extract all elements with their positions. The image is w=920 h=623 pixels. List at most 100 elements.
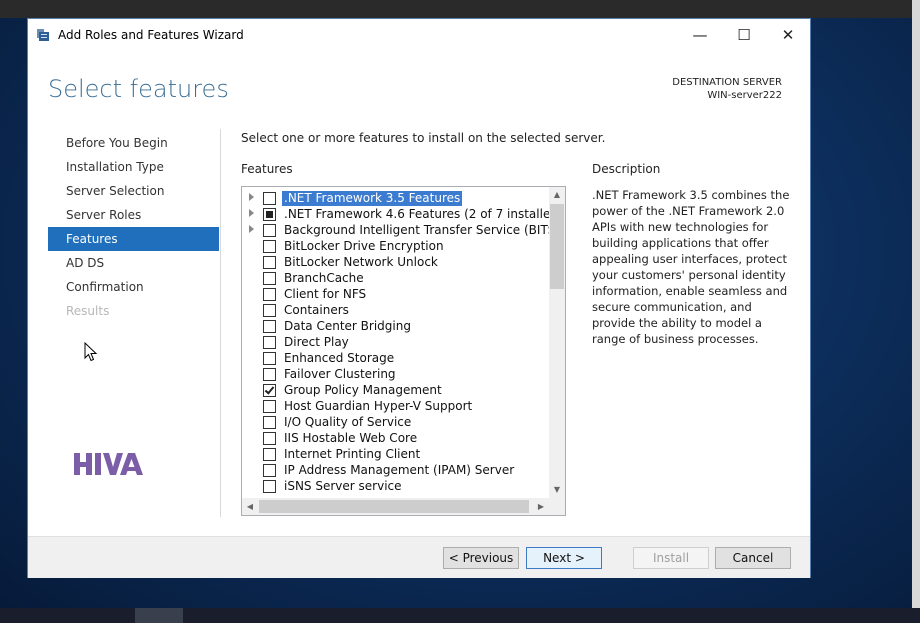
feature-row[interactable]: Client for NFS [242,287,548,303]
feature-checkbox[interactable] [263,384,276,397]
scroll-up-icon[interactable]: ▲ [549,187,565,203]
feature-label: iSNS Server service [284,479,402,493]
feature-label: Host Guardian Hyper-V Support [284,399,473,413]
maximize-button[interactable]: ☐ [722,23,766,47]
feature-row[interactable]: Data Center Bridging [242,319,548,335]
feature-checkbox[interactable] [263,432,276,445]
feature-checkbox[interactable] [263,192,276,205]
nav-item-results: Results [66,304,110,318]
instruction-text: Select one or more features to install o… [241,131,606,145]
nav-item-confirmation[interactable]: Confirmation [48,275,219,299]
feature-row[interactable]: IIS Hostable Web Core [242,431,548,447]
features-tree[interactable]: .NET Framework 3.5 Features .NET Framewor… [241,186,566,516]
destination-label: DESTINATION SERVER [672,77,782,88]
feature-checkbox[interactable] [263,368,276,381]
feature-label: IIS Hostable Web Core [284,431,418,445]
feature-checkbox[interactable] [263,272,276,285]
feature-row[interactable]: IP Address Management (IPAM) Server [242,463,548,479]
background-window-strip [0,0,920,18]
feature-label: Client for NFS [284,287,367,301]
feature-row[interactable]: iSNS Server service [242,479,548,495]
horizontal-scroll-thumb[interactable] [259,500,529,513]
title-bar[interactable]: Add Roles and Features Wizard — ☐ ✕ [28,19,810,51]
feature-checkbox[interactable] [263,320,276,333]
close-button[interactable]: ✕ [766,23,810,47]
destination-server-info: DESTINATION SERVER WIN-server222 [672,76,782,102]
scrollbar-corner [549,498,565,515]
taskbar [0,608,920,623]
feature-row[interactable]: .NET Framework 3.5 Features [242,191,548,207]
page-title: Select features [48,75,229,103]
wizard-window: Add Roles and Features Wizard — ☐ ✕ Sele… [27,18,811,578]
feature-row[interactable]: Host Guardian Hyper-V Support [242,399,548,415]
feature-label: Containers [284,303,349,317]
feature-checkbox[interactable] [263,400,276,413]
expand-arrow-icon[interactable] [249,225,254,233]
feature-row[interactable]: BitLocker Network Unlock [242,255,548,271]
hiva-logo [72,451,152,501]
vertical-scroll-thumb[interactable] [550,204,564,289]
feature-checkbox[interactable] [263,352,276,365]
feature-row[interactable]: Containers [242,303,548,319]
feature-checkbox[interactable] [263,480,276,493]
feature-row[interactable]: Group Policy Management [242,383,548,399]
feature-checkbox[interactable] [263,256,276,269]
nav-item-server-roles[interactable]: Server Roles [48,203,219,227]
feature-checkbox[interactable] [263,304,276,317]
window-title: Add Roles and Features Wizard [58,28,244,42]
scroll-right-icon[interactable]: ▶ [533,498,549,515]
nav-item-features[interactable]: Features [48,227,219,251]
feature-row[interactable]: BitLocker Drive Encryption [242,239,548,255]
nav-divider [220,129,221,517]
scroll-left-icon[interactable]: ◀ [242,498,258,515]
feature-label: Direct Play [284,335,349,349]
feature-checkbox[interactable] [263,336,276,349]
feature-checkbox[interactable] [263,416,276,429]
next-button[interactable]: Next > [526,547,602,569]
nav-item-server-selection[interactable]: Server Selection [48,179,219,203]
cancel-button[interactable]: Cancel [715,547,791,569]
hiva-logo-icon [74,453,143,475]
feature-label: BranchCache [284,271,364,285]
feature-label: Group Policy Management [284,383,442,397]
scroll-down-icon[interactable]: ▼ [549,482,565,498]
feature-label: Enhanced Storage [284,351,395,365]
vertical-scrollbar[interactable]: ▲ ▼ [549,187,565,498]
feature-row[interactable]: Enhanced Storage [242,351,548,367]
previous-button[interactable]: < Previous [443,547,519,569]
feature-row[interactable]: Internet Printing Client [242,447,548,463]
feature-row[interactable]: Failover Clustering [242,367,548,383]
nav-item-installation-type[interactable]: Installation Type [48,155,219,179]
features-heading: Features [241,162,293,176]
feature-checkbox[interactable] [263,208,276,221]
horizontal-scrollbar[interactable]: ◀ ▶ [242,498,549,515]
wizard-footer: < Previous Next > Install Cancel [28,536,810,578]
feature-checkbox[interactable] [263,224,276,237]
feature-checkbox[interactable] [263,464,276,477]
nav-item-ad-ds[interactable]: AD DS [48,251,219,275]
feature-row[interactable]: Background Intelligent Transfer Service … [242,223,560,239]
feature-label: I/O Quality of Service [284,415,412,429]
desktop-edge [912,0,920,623]
feature-checkbox[interactable] [263,240,276,253]
feature-label: BitLocker Drive Encryption [284,239,444,253]
nav-item-before-you-begin[interactable]: Before You Begin [48,131,219,155]
feature-label: .NET Framework 4.6 Features (2 of 7 inst… [284,207,563,221]
feature-checkbox[interactable] [263,448,276,461]
feature-label: .NET Framework 3.5 Features [282,191,463,206]
feature-label: Data Center Bridging [284,319,411,333]
feature-checkbox[interactable] [263,288,276,301]
feature-row[interactable]: .NET Framework 4.6 Features (2 of 7 inst… [242,207,563,223]
destination-server-name: WIN-server222 [707,90,782,101]
taskbar-item[interactable] [135,608,183,623]
expand-arrow-icon[interactable] [249,193,254,201]
expand-arrow-icon[interactable] [249,209,254,217]
install-button: Install [633,547,709,569]
feature-row[interactable]: Direct Play [242,335,548,351]
minimize-button[interactable]: — [678,23,722,47]
feature-label: Internet Printing Client [284,447,421,461]
feature-label: IP Address Management (IPAM) Server [284,463,515,477]
feature-label: Failover Clustering [284,367,396,381]
feature-row[interactable]: I/O Quality of Service [242,415,548,431]
feature-row[interactable]: BranchCache [242,271,548,287]
